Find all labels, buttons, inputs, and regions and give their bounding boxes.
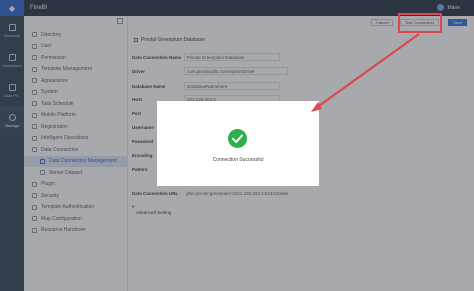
- annotation-arrow-icon: [311, 33, 420, 112]
